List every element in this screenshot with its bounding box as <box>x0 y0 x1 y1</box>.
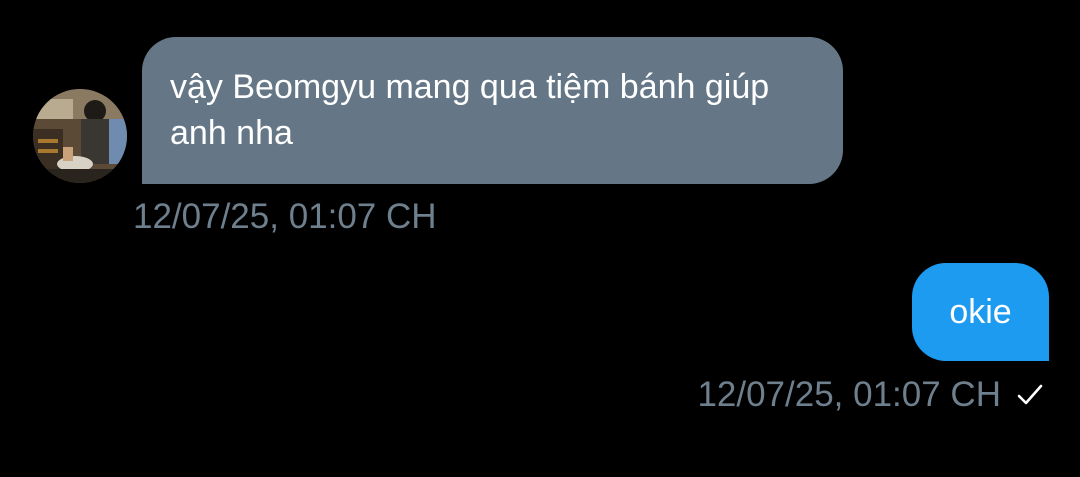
profile-photo-icon <box>33 89 127 183</box>
check-icon <box>1017 384 1043 405</box>
chat-conversation: vậy Beomgyu mang qua tiệm bánh giúp anh … <box>0 0 1080 477</box>
outgoing-message-timestamp: 12/07/25, 01:07 CH <box>697 375 1001 414</box>
incoming-message-bubble[interactable]: vậy Beomgyu mang qua tiệm bánh giúp anh … <box>142 37 843 184</box>
avatar[interactable] <box>33 89 127 183</box>
outgoing-message-bubble[interactable]: okie <box>912 263 1049 361</box>
outgoing-message-text: okie <box>949 293 1012 331</box>
outgoing-message-meta: 12/07/25, 01:07 CH <box>697 374 1045 416</box>
incoming-message-timestamp: 12/07/25, 01:07 CH <box>133 197 437 236</box>
incoming-message-text: vậy Beomgyu mang qua tiệm bánh giúp anh … <box>170 68 770 152</box>
